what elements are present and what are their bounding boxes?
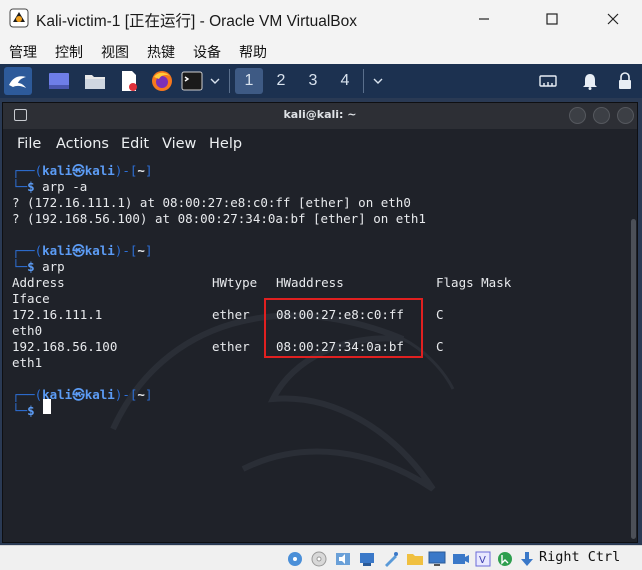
lock-icon — [619, 72, 631, 89]
prompt-line: ┌──(kali㉿kali)-[~] — [12, 387, 153, 402]
notifications-button[interactable] — [579, 67, 601, 95]
maximize-icon — [546, 13, 558, 25]
arp-header-iface: Iface — [12, 291, 50, 306]
arp-row-flags: C — [436, 339, 444, 354]
network-status-button[interactable] — [537, 67, 559, 95]
command-line: └─$ — [12, 403, 35, 418]
arp-row-hwtype: ether — [212, 339, 250, 354]
terminal-menu-help[interactable]: Help — [209, 136, 242, 152]
network-icon[interactable] — [358, 550, 376, 568]
terminal-close-button[interactable] — [617, 107, 634, 124]
firefox-button[interactable] — [149, 67, 175, 95]
workspace-2[interactable]: 2 — [267, 68, 295, 94]
arp-header-flags-mask: Flags Mask — [436, 275, 512, 290]
arp-row-hwtype: ether — [212, 307, 250, 322]
arp-row-iface: eth1 — [12, 355, 43, 370]
text-editor-icon — [122, 71, 137, 91]
kali-menu-button[interactable] — [4, 67, 32, 95]
recording-icon[interactable] — [452, 550, 470, 568]
vt-x-icon[interactable]: V — [474, 550, 492, 568]
terminal-menu-view[interactable]: View — [162, 136, 196, 152]
window-title: Kali-victim-1 [正在运行] - Oracle VM Virtual… — [36, 13, 357, 30]
minimize-icon — [479, 18, 489, 20]
command-line: └─$ arp — [12, 259, 65, 274]
optical-drive-icon[interactable] — [310, 550, 328, 568]
kali-top-panel: 1 2 3 4 — [0, 64, 642, 98]
terminal-menubar: File Actions Edit View Help — [3, 129, 637, 159]
workspace-1[interactable]: 1 — [235, 68, 263, 94]
host-key-label: Right Ctrl — [539, 549, 621, 565]
audio-icon[interactable] — [334, 550, 352, 568]
network-icon — [539, 75, 557, 87]
prompt-line: ┌──(kali㉿kali)-[~] — [12, 163, 153, 178]
launcher-dropdown[interactable] — [206, 67, 224, 95]
show-desktop-button[interactable] — [46, 67, 72, 95]
virtualbox-app-icon — [9, 8, 29, 28]
arp-row-address: 192.168.56.100 — [12, 339, 118, 354]
terminal-menu-actions[interactable]: Actions — [56, 136, 109, 152]
vbox-menubar: 管理 控制 视图 热键 设备 帮助 — [0, 38, 642, 64]
menu-hotkeys[interactable]: 热键 — [147, 42, 175, 62]
terminal-titlebar: kali@kali: ~ — [3, 103, 637, 129]
terminal-scrollbar[interactable] — [631, 219, 636, 539]
menu-control[interactable]: 控制 — [55, 42, 83, 62]
close-button[interactable] — [590, 0, 636, 38]
text-editor-button[interactable] — [116, 67, 142, 95]
terminal-minimize-button[interactable] — [569, 107, 586, 124]
terminal-menu-edit[interactable]: Edit — [121, 136, 149, 152]
usb-icon[interactable] — [382, 550, 400, 568]
menu-devices[interactable]: 设备 — [193, 42, 221, 62]
terminal-maximize-button[interactable] — [593, 107, 610, 124]
arp-header-hwaddress: HWaddress — [276, 275, 344, 290]
mouse-integration-icon[interactable] — [496, 550, 514, 568]
display-icon[interactable] — [428, 550, 446, 568]
terminal-title: kali@kali: ~ — [283, 108, 357, 121]
menu-manage[interactable]: 管理 — [9, 42, 37, 62]
arp-header-hwtype: HWtype — [212, 275, 258, 290]
toolbar-separator — [363, 69, 364, 93]
task-dropdown[interactable] — [368, 67, 388, 95]
toolbar-separator — [229, 69, 230, 93]
hwaddress-highlight-box — [264, 298, 423, 358]
file-manager-icon — [85, 75, 105, 89]
kali-menu-icon — [9, 76, 26, 88]
chevron-down-icon — [210, 78, 220, 84]
terminal-icon — [181, 71, 203, 91]
shared-folders-icon[interactable] — [406, 550, 424, 568]
bell-icon — [583, 74, 597, 90]
terminal-menu-file[interactable]: File — [17, 136, 41, 152]
command-text: arp -a — [42, 179, 88, 194]
arp-row-iface: eth0 — [12, 323, 43, 338]
file-manager-button[interactable] — [82, 67, 108, 95]
svg-text:V: V — [479, 555, 486, 566]
vbox-statusbar: V Right Ctrl — [0, 545, 642, 570]
window-titlebar: Kali-victim-1 [正在运行] - Oracle VM Virtual… — [0, 0, 642, 38]
maximize-button[interactable] — [529, 0, 575, 38]
minimize-button[interactable] — [461, 0, 507, 38]
close-icon — [607, 13, 619, 25]
arp-row-flags: C — [436, 307, 444, 322]
command-line: └─$ arp -a — [12, 179, 88, 194]
desktop-icon — [49, 73, 69, 89]
firefox-icon — [152, 71, 172, 91]
workspace-3[interactable]: 3 — [299, 68, 327, 94]
output-line: ? (172.16.111.1) at 08:00:27:e8:c0:ff [e… — [12, 195, 411, 210]
terminal-button[interactable] — [180, 67, 204, 95]
arp-row-address: 172.16.111.1 — [12, 307, 103, 322]
hdd-icon[interactable] — [286, 550, 304, 568]
keyboard-capture-icon[interactable] — [518, 550, 536, 568]
workspace-4[interactable]: 4 — [331, 68, 359, 94]
guest-desktop: kali@kali: ~ File Actions Edit View Help… — [0, 98, 642, 545]
chevron-down-icon — [373, 78, 383, 84]
menu-help[interactable]: 帮助 — [239, 42, 267, 62]
command-text: arp — [42, 259, 65, 274]
lock-screen-button[interactable] — [615, 67, 635, 95]
arp-header-address: Address — [12, 275, 65, 290]
menu-view[interactable]: 视图 — [101, 42, 129, 62]
prompt-line: ┌──(kali㉿kali)-[~] — [12, 243, 153, 258]
output-line: ? (192.168.56.100) at 08:00:27:34:0a:bf … — [12, 211, 426, 226]
text-cursor — [43, 399, 51, 414]
